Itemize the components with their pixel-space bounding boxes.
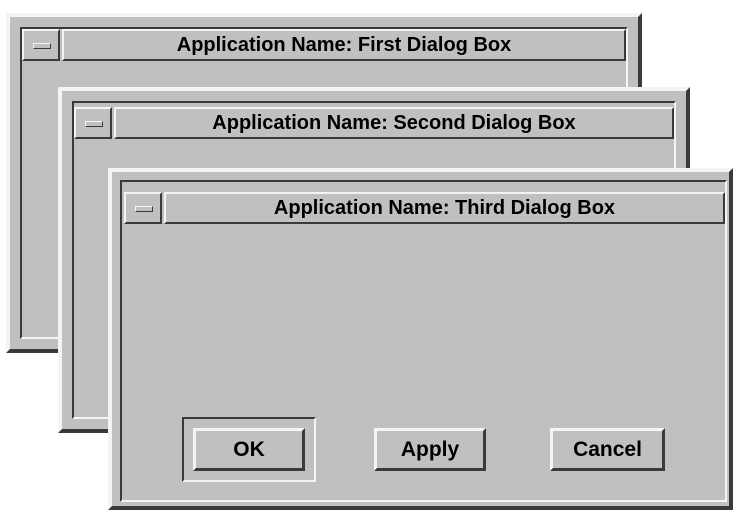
first-dialog-window-menu-button[interactable] xyxy=(22,29,60,61)
third-dialog-window: Application Name: Third Dialog Box OK Ap… xyxy=(108,168,733,510)
third-dialog-window-menu-button[interactable] xyxy=(124,192,162,224)
ok-button[interactable]: OK xyxy=(193,428,305,471)
window-menu-icon xyxy=(85,121,103,127)
second-dialog-titlebar[interactable]: Application Name: Second Dialog Box xyxy=(74,107,674,139)
third-dialog-title: Application Name: Third Dialog Box xyxy=(164,192,725,224)
apply-button[interactable]: Apply xyxy=(374,428,486,471)
third-dialog-titlebar[interactable]: Application Name: Third Dialog Box xyxy=(124,192,725,224)
window-menu-icon xyxy=(33,43,51,49)
first-dialog-title: Application Name: First Dialog Box xyxy=(62,29,626,61)
window-menu-icon xyxy=(135,206,153,212)
second-dialog-title: Application Name: Second Dialog Box xyxy=(114,107,674,139)
second-dialog-window-menu-button[interactable] xyxy=(74,107,112,139)
first-dialog-titlebar[interactable]: Application Name: First Dialog Box xyxy=(22,29,626,61)
cancel-button[interactable]: Cancel xyxy=(550,428,665,471)
